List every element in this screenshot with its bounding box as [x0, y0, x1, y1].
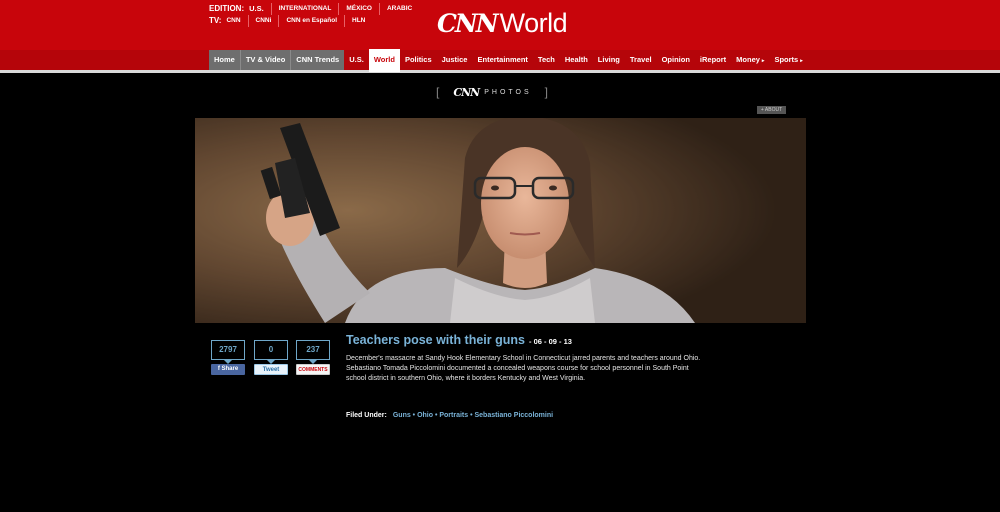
nav-travel[interactable]: Travel	[625, 50, 657, 70]
nav-cnn-trends[interactable]: CNN Trends	[291, 50, 345, 70]
nav-opinion[interactable]: Opinion	[657, 50, 695, 70]
edition-arabic-link[interactable]: ARABIC	[378, 3, 419, 15]
tv-cnn-link[interactable]: CNN	[226, 15, 247, 27]
caret-right-icon: ▸	[761, 58, 765, 64]
nav-sports-label: Sports	[774, 55, 799, 64]
article-title[interactable]: Teachers pose with their guns	[346, 333, 525, 347]
tv-cnn-espanol-link[interactable]: CNN en Español	[278, 15, 344, 27]
bracket-open: [	[436, 85, 440, 99]
filed-under: Filed Under: Guns • Ohio • Portraits • S…	[346, 412, 553, 419]
facebook-share-count: 2797	[211, 340, 245, 360]
tweet-button[interactable]: Tweet	[254, 364, 288, 375]
article-headline: Teachers pose with their guns - 06 - 09 …	[346, 333, 572, 347]
twitter-share-widget: 0 Tweet	[254, 340, 288, 375]
nav-money[interactable]: Money ▸	[731, 50, 769, 70]
facebook-share-button[interactable]: f Share	[211, 364, 245, 375]
site-header: EDITION: U.S. INTERNATIONAL MÉXICO ARABI…	[0, 0, 1000, 50]
comments-count: 237	[296, 340, 330, 360]
tv-label: TV:	[209, 16, 222, 25]
photo-illustration	[195, 118, 806, 323]
comments-widget: 237 COMMENTS	[296, 340, 330, 375]
nav-home[interactable]: Home	[209, 50, 240, 70]
nav-ireport[interactable]: iReport	[695, 50, 731, 70]
tv-cnni-link[interactable]: CNNi	[247, 15, 279, 27]
nav-money-label: Money	[736, 55, 760, 64]
nav-world[interactable]: World	[368, 49, 400, 72]
filed-under-label: Filed Under:	[346, 412, 387, 419]
nav-entertainment[interactable]: Entertainment	[472, 50, 532, 70]
tv-hln-link[interactable]: HLN	[344, 15, 372, 27]
edition-selector: EDITION: U.S. INTERNATIONAL MÉXICO ARABI…	[209, 3, 419, 27]
edition-us-link[interactable]: U.S.	[249, 3, 271, 15]
nav-sports[interactable]: Sports ▸	[769, 50, 807, 70]
nav-justice[interactable]: Justice	[437, 50, 473, 70]
nav-us[interactable]: U.S.	[344, 50, 369, 70]
main-nav: Home TV & Video CNN Trends U.S. World Po…	[209, 49, 808, 72]
nav-politics[interactable]: Politics	[400, 50, 437, 70]
section-name: World	[499, 8, 568, 38]
article-description: December's massacre at Sandy Hook Elemen…	[346, 355, 701, 382]
edition-international-link[interactable]: INTERNATIONAL	[270, 3, 339, 15]
cnn-world-logo[interactable]: CNN World	[437, 8, 568, 39]
bracket-close: ]	[544, 85, 548, 99]
nav-health[interactable]: Health	[560, 50, 593, 70]
facebook-share-widget: 2797 f Share	[211, 340, 245, 375]
comments-button[interactable]: COMMENTS	[296, 364, 330, 375]
nav-tv-video[interactable]: TV & Video	[240, 50, 291, 70]
nav-divider	[0, 70, 1000, 73]
nav-tech[interactable]: Tech	[533, 50, 560, 70]
nav-living[interactable]: Living	[593, 50, 625, 70]
edition-label: EDITION:	[209, 4, 245, 13]
feature-photo[interactable]	[195, 118, 806, 323]
cnn-logo: CNN	[437, 9, 499, 38]
tweet-count: 0	[254, 340, 288, 360]
edition-mexico-link[interactable]: MÉXICO	[338, 3, 379, 15]
cnn-photos-logo: CNN	[453, 85, 480, 99]
photos-text: PHOTOS	[484, 88, 532, 96]
about-button[interactable]: + ABOUT	[757, 106, 786, 114]
article-date: - 06 - 09 - 13	[528, 337, 572, 346]
caret-right-icon: ▸	[800, 58, 803, 64]
filed-under-tags[interactable]: Guns • Ohio • Portraits • Sebastiano Pic…	[393, 412, 553, 419]
cnn-photos-header[interactable]: [ CNN PHOTOS ]	[436, 84, 548, 100]
